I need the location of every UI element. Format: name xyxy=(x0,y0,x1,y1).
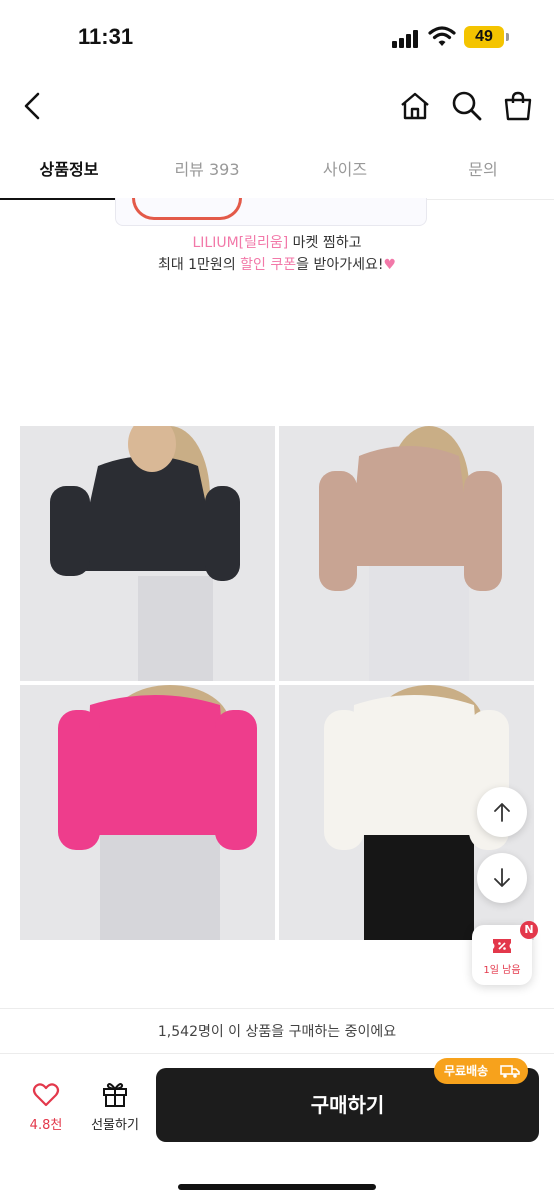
gift-icon xyxy=(103,1083,127,1107)
tab-inquiry[interactable]: 문의 xyxy=(414,140,552,200)
battery-nub xyxy=(506,33,509,41)
bottom-action-bar: 4.8천 선물하기 구매하기 무료배송 xyxy=(0,1054,554,1200)
product-photo-beige xyxy=(279,426,534,681)
free-shipping-badge: 무료배송 xyxy=(434,1058,528,1084)
gift-button[interactable]: 선물하기 xyxy=(84,1080,146,1133)
top-nav-bar xyxy=(0,75,554,139)
gift-label: 선물하기 xyxy=(91,1118,139,1133)
product-tabs: 상품정보 리뷰 393 사이즈 문의 xyxy=(0,140,554,200)
heart-icon: ♥ xyxy=(383,257,397,273)
coupon-line-2-a: 최대 1만원의 xyxy=(157,257,241,273)
product-photo-black xyxy=(20,426,275,681)
product-image-grid xyxy=(20,426,534,940)
coupon-notice: LILIUM[릴리움] 마켓 찜하고 최대 1만원의 할인 쿠폰을 받아가세요!… xyxy=(0,232,554,276)
brand-name: LILIUM[릴리움] xyxy=(192,235,289,251)
cardigan-shape xyxy=(75,456,220,571)
home-indicator xyxy=(178,1184,376,1190)
shopping-bag-icon[interactable] xyxy=(501,89,535,123)
like-count: 4.8천 xyxy=(29,1118,63,1133)
banner-decoration xyxy=(132,198,242,220)
wifi-icon xyxy=(428,26,456,46)
buying-now-notice: 1,542명이 이 상품을 구매하는 중이에요 xyxy=(0,1008,554,1054)
coupon-highlight: 할인 쿠폰 xyxy=(240,257,297,273)
battery-indicator: 49 xyxy=(464,26,504,48)
tab-reviews[interactable]: 리뷰 393 xyxy=(138,140,276,200)
free-shipping-label: 무료배송 xyxy=(444,1064,489,1078)
coupon-line-2: 최대 1만원의 할인 쿠폰을 받아가세요!♥ xyxy=(0,254,554,276)
arrow-down-icon xyxy=(494,868,510,887)
scroll-down-button[interactable] xyxy=(477,853,527,903)
coupon-ticket-icon xyxy=(493,939,511,953)
heart-outline-icon xyxy=(32,1083,60,1107)
tab-product-info[interactable]: 상품정보 xyxy=(0,140,138,200)
status-time: 11:31 xyxy=(78,24,134,49)
status-bar: 11:31 49 xyxy=(0,0,554,70)
truck-icon xyxy=(500,1065,520,1078)
coupon-countdown-caption: 1일 남음 xyxy=(483,965,521,976)
back-arrow-icon[interactable] xyxy=(16,89,50,123)
scroll-up-button[interactable] xyxy=(477,787,527,837)
tab-size[interactable]: 사이즈 xyxy=(276,140,414,200)
signal-icon xyxy=(392,28,422,48)
home-icon[interactable] xyxy=(398,89,432,123)
coupon-line-1: LILIUM[릴리움] 마켓 찜하고 xyxy=(0,232,554,254)
product-photo-pink xyxy=(20,685,275,940)
arrow-up-icon xyxy=(494,803,510,822)
like-button[interactable]: 4.8천 xyxy=(18,1082,74,1133)
search-icon[interactable] xyxy=(450,89,484,123)
new-badge: N xyxy=(520,921,538,939)
coupon-line-2-b: 을 받아가세요! xyxy=(296,257,384,273)
coupon-line-1-text: 마켓 찜하고 xyxy=(288,235,362,251)
